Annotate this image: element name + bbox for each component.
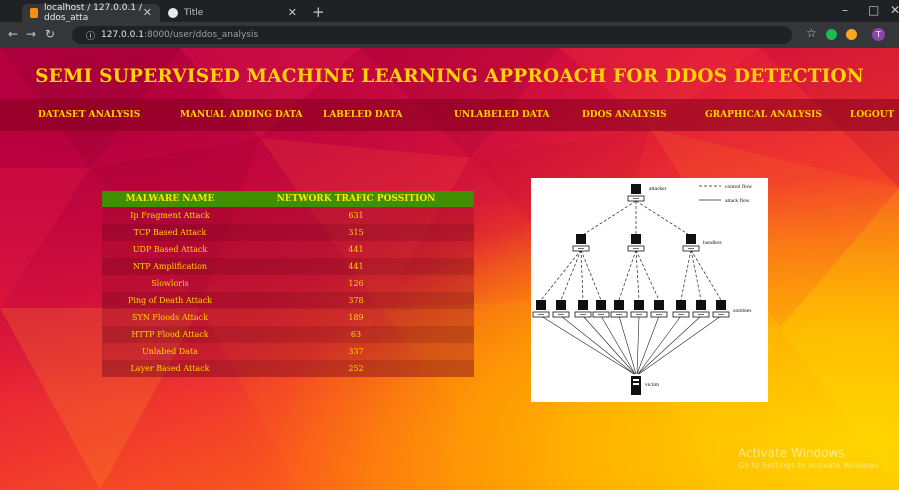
malware-name-cell: Ping of Death Attack (102, 292, 238, 309)
info-icon[interactable]: ⓘ (86, 29, 95, 42)
malware-name-cell: SYN Floods Attack (102, 309, 238, 326)
globe-favicon-icon (168, 8, 178, 18)
column-header-network-traffic: NETWORK TRAFIC POSSITION (238, 191, 474, 207)
nav-graphical-analysis[interactable]: GRAPHICAL ANALYSIS (705, 110, 822, 120)
table-row: TCP Based Attack 315 (102, 224, 474, 241)
table-row: HTTP Flood Attack 63 (102, 326, 474, 343)
legend-control-flow: control flow (725, 183, 752, 190)
table-row: SYN Floods Attack 189 (102, 309, 474, 326)
extension-green-icon[interactable] (826, 29, 837, 40)
tab-localhost[interactable]: localhost / 127.0.0.1 / ddos_atta ✕ (22, 3, 160, 23)
page-title: SEMI SUPERVISED MACHINE LEARNING APPROAC… (35, 66, 864, 87)
attacker-computer-icon (627, 183, 645, 202)
profile-avatar[interactable]: T (872, 28, 885, 41)
malware-name-cell: Unlabed Data (102, 343, 238, 360)
zombie-computer-icon (592, 299, 610, 318)
traffic-value-cell: 315 (238, 224, 474, 241)
minimize-icon[interactable]: – (842, 3, 848, 17)
zombie-computer-icon (610, 299, 628, 318)
tab-label: Title (184, 8, 204, 18)
close-tab-icon[interactable]: ✕ (288, 6, 297, 19)
zombie-computer-icon (650, 299, 668, 318)
nav-logout[interactable]: LOGOUT (850, 110, 894, 120)
traffic-value-cell: 252 (238, 360, 474, 377)
malware-name-cell: Ip Fragment Attack (102, 207, 238, 224)
victim-server-icon (631, 376, 641, 395)
reload-icon[interactable]: ↻ (45, 27, 55, 41)
traffic-value-cell: 63 (238, 326, 474, 343)
close-window-icon[interactable]: ✕ (890, 3, 899, 17)
handler-computer-icon (627, 233, 645, 252)
nav-manual-adding-data[interactable]: MANUAL ADDING DATA (180, 110, 303, 120)
main-nav: DATASET ANALYSIS MANUAL ADDING DATA LABE… (0, 99, 899, 131)
forward-arrow-icon[interactable]: → (26, 27, 36, 41)
tab-title[interactable]: Title ✕ (160, 4, 305, 22)
nav-ddos-analysis[interactable]: DDOS ANALYSIS (582, 110, 667, 120)
table-row: Ip Fragment Attack 631 (102, 207, 474, 224)
column-header-malware-name: MALWARE NAME (102, 191, 238, 207)
ddos-architecture-diagram: control flow attack flow attacker handle… (531, 178, 768, 402)
back-arrow-icon[interactable]: ← (8, 27, 18, 41)
traffic-value-cell: 337 (238, 343, 474, 360)
url-field[interactable]: ⓘ 127.0.0.1:8000/user/ddos_analysis (72, 26, 792, 44)
malware-name-cell: Layer Based Attack (102, 360, 238, 377)
zombie-computer-icon (712, 299, 730, 318)
table-row: Slowloris 126 (102, 275, 474, 292)
extension-orange-icon[interactable] (846, 29, 857, 40)
phpmyadmin-favicon-icon (30, 8, 38, 18)
browser-tab-bar: localhost / 127.0.0.1 / ddos_atta ✕ Titl… (0, 0, 899, 23)
address-toolbar: ← → ↻ ⓘ 127.0.0.1:8000/user/ddos_analysi… (0, 22, 899, 48)
url-path: :8000/user/ddos_analysis (143, 30, 259, 40)
activate-windows-title: Activate Windows (738, 446, 845, 460)
page-content: SEMI SUPERVISED MACHINE LEARNING APPROAC… (0, 48, 899, 490)
legend-attack-flow: attack flow (725, 197, 750, 204)
malware-table: MALWARE NAME NETWORK TRAFIC POSSITION Ip… (102, 191, 474, 377)
new-tab-icon[interactable]: + (312, 3, 325, 21)
table-row: NTP Amplification 441 (102, 258, 474, 275)
zombie-computer-icon (574, 299, 592, 318)
traffic-value-cell: 189 (238, 309, 474, 326)
label-attacker: attacker (649, 186, 667, 192)
maximize-icon[interactable]: □ (868, 3, 879, 17)
malware-name-cell: Slowloris (102, 275, 238, 292)
traffic-value-cell: 441 (238, 258, 474, 275)
malware-name-cell: NTP Amplification (102, 258, 238, 275)
activate-windows-subtitle: Go to Settings to activate Windows. (738, 461, 882, 470)
nav-unlabeled-data[interactable]: UNLABELED DATA (454, 110, 549, 120)
label-handlers: handlers (703, 240, 722, 246)
diagram-svg: control flow attack flow attacker handle… (532, 183, 752, 395)
traffic-value-cell: 631 (238, 207, 474, 224)
nav-dataset-analysis[interactable]: DATASET ANALYSIS (38, 110, 140, 120)
nav-labeled-data[interactable]: LABELED DATA (323, 110, 402, 120)
malware-name-cell: HTTP Flood Attack (102, 326, 238, 343)
traffic-value-cell: 441 (238, 241, 474, 258)
close-tab-icon[interactable]: ✕ (143, 6, 152, 19)
url-host: 127.0.0.1 (101, 30, 144, 40)
malware-name-cell: TCP Based Attack (102, 224, 238, 241)
label-victim: victim (645, 382, 660, 388)
zombie-computer-icon (532, 299, 550, 318)
zombie-computer-icon (630, 299, 648, 318)
traffic-value-cell: 126 (238, 275, 474, 292)
zombie-computer-icon (552, 299, 570, 318)
traffic-value-cell: 378 (238, 292, 474, 309)
table-row: UDP Based Attack 441 (102, 241, 474, 258)
table-header-row: MALWARE NAME NETWORK TRAFIC POSSITION (102, 191, 474, 207)
handler-computer-icon (682, 233, 700, 252)
zombie-computer-icon (672, 299, 690, 318)
malware-name-cell: UDP Based Attack (102, 241, 238, 258)
table-row: Layer Based Attack 252 (102, 360, 474, 377)
table-row: Unlabed Data 337 (102, 343, 474, 360)
handler-computer-icon (572, 233, 590, 252)
table-row: Ping of Death Attack 378 (102, 292, 474, 309)
bookmark-star-icon[interactable]: ☆ (806, 26, 817, 40)
label-zombies: zombies (733, 308, 751, 314)
zombie-computer-icon (692, 299, 710, 318)
